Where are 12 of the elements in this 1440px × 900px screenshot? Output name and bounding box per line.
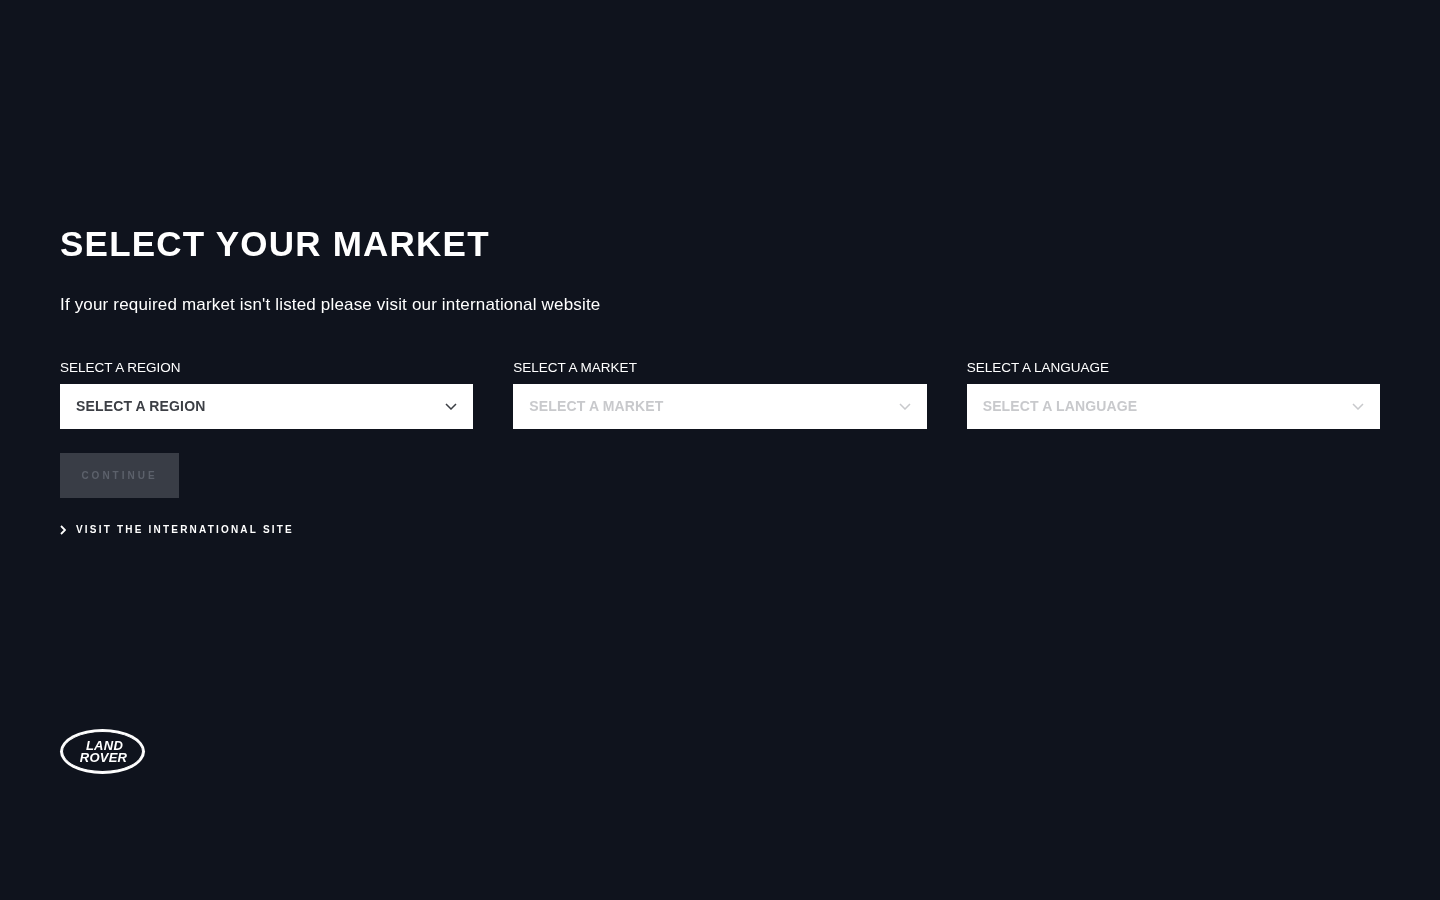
dropdown-label: SELECT A REGION bbox=[60, 360, 181, 376]
region-dropdown[interactable]: SELECT A REGION bbox=[60, 384, 474, 429]
chevron-down-icon bbox=[1352, 403, 1364, 410]
international-site-link[interactable]: VISIT THE INTERNATIONAL SITE bbox=[60, 524, 294, 536]
logo: LAND ROVER bbox=[60, 729, 145, 774]
chevron-down-icon bbox=[898, 403, 911, 410]
chevron-down-icon bbox=[445, 403, 458, 410]
page-heading: SELECT YOUR MARKET bbox=[60, 224, 490, 264]
dropdown-label: SELECT A MARKET bbox=[513, 360, 637, 376]
chevron-right-icon bbox=[60, 525, 66, 535]
dropdown-label: SELECT A LANGUAGE bbox=[966, 360, 1109, 376]
intro-text: If your required market isn't listed please visit our international website bbox=[60, 294, 601, 316]
